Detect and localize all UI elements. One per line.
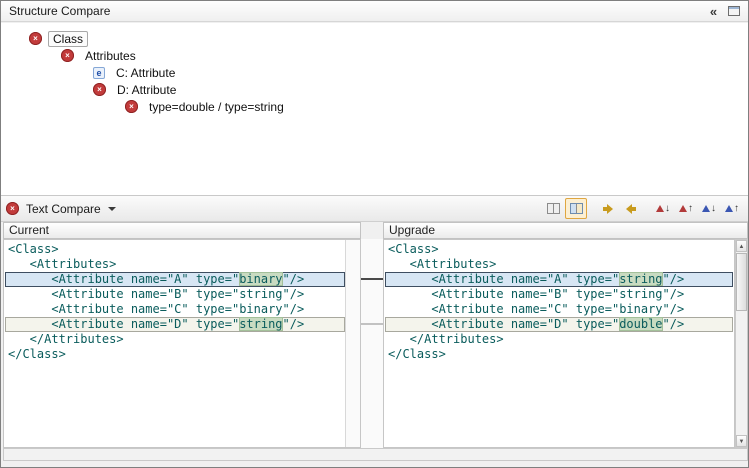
code-line[interactable]: <Attribute name="D" type="string"/> — [5, 317, 345, 332]
next-change-button[interactable]: ↓ — [698, 198, 720, 219]
diff-change-icon: × — [93, 83, 106, 96]
text-compare-title[interactable]: Text Compare — [26, 202, 101, 216]
diff-segment: string — [619, 272, 662, 286]
copy-left-icon — [626, 204, 636, 214]
compare-editor-window: Structure Compare « × Class × Attributes e C:… — [0, 0, 749, 468]
code-line[interactable]: </Class> — [385, 347, 733, 362]
tree-item-label: C: Attribute — [111, 65, 180, 81]
tree-item[interactable]: × Attributes — [1, 47, 748, 64]
nav-down-red-icon: ↓ — [656, 204, 670, 214]
left-code-area[interactable]: <Class> <Attributes> <Attribute name="A"… — [5, 241, 345, 446]
code-line[interactable]: <Class> — [5, 242, 345, 257]
code-line[interactable]: <Class> — [385, 242, 733, 257]
nav-up-red-icon: ↑ — [679, 204, 693, 214]
collapse-all-button[interactable]: « — [704, 3, 722, 19]
diff-connector-selected — [361, 278, 383, 280]
code-text: "/> — [283, 317, 305, 331]
code-line[interactable]: <Attribute name="B" type="string"/> — [385, 287, 733, 302]
code-line[interactable]: <Attribute name="C" type="binary"/> — [5, 302, 345, 317]
diff-connector — [361, 323, 383, 325]
text-compare-toolbar: × Text Compare ↓ ↑ ↓ ↑ — [1, 195, 748, 222]
right-code-area[interactable]: <Class> <Attributes> <Attribute name="A"… — [385, 241, 733, 446]
diff-change-icon: × — [125, 100, 138, 113]
code-line[interactable]: <Attribute name="C" type="binary"/> — [385, 302, 733, 317]
panes-gray-icon — [547, 203, 560, 214]
two-way-compare-button[interactable] — [565, 198, 587, 219]
code-text: </Attributes> — [388, 332, 504, 346]
diff-segment: binary — [239, 272, 282, 286]
previous-difference-button[interactable]: ↑ — [675, 198, 697, 219]
previous-change-button[interactable]: ↑ — [721, 198, 743, 219]
nav-up-blue-icon: ↑ — [725, 204, 739, 214]
diff-change-icon: × — [61, 49, 74, 62]
code-text: <Class> — [8, 242, 59, 256]
copy-all-right-to-left-button[interactable] — [620, 198, 642, 219]
code-text: </Class> — [388, 347, 446, 361]
code-text: <Class> — [388, 242, 439, 256]
tree-item-label: Attributes — [80, 48, 141, 64]
code-text: <Attribute name="A" type=" — [8, 272, 239, 286]
code-line[interactable]: </Attributes> — [385, 332, 733, 347]
tree-item[interactable]: × type=double / type=string — [1, 98, 748, 115]
code-line[interactable]: <Attribute name="B" type="string"/> — [5, 287, 345, 302]
code-line[interactable]: </Attributes> — [5, 332, 345, 347]
tree-item[interactable]: × Class — [1, 30, 748, 47]
code-line[interactable]: <Attribute name="A" type="string"/> — [385, 272, 733, 287]
diff-change-icon: × — [29, 32, 42, 45]
copy-all-left-to-right-button[interactable] — [597, 198, 619, 219]
chevron-down-icon[interactable] — [108, 207, 116, 211]
code-line[interactable]: </Class> — [5, 347, 345, 362]
diff-gutter — [361, 239, 383, 448]
code-text: <Attribute name="C" type="binary"/> — [388, 302, 684, 316]
text-compare-icon: × — [6, 202, 19, 215]
scroll-up-button[interactable]: ▲ — [736, 240, 747, 252]
code-text: <Attributes> — [388, 257, 496, 271]
code-text: "/> — [663, 272, 685, 286]
double-chevron-left-icon: « — [710, 5, 716, 18]
left-compare-pane[interactable]: <Class> <Attributes> <Attribute name="A"… — [3, 239, 361, 448]
copy-right-icon — [603, 204, 613, 214]
code-text: <Attribute name="B" type="string"/> — [8, 287, 304, 301]
scrollbar-thumb[interactable] — [736, 253, 747, 311]
code-line[interactable]: <Attribute name="D" type="double"/> — [385, 317, 733, 332]
diff-segment: string — [239, 317, 282, 331]
structure-compare-tree[interactable]: × Class × Attributes e C: Attribute × D: Attrib… — [1, 23, 748, 195]
nav-down-blue-icon: ↓ — [702, 204, 716, 214]
code-text: <Attribute name="D" type=" — [388, 317, 619, 331]
left-pane-header: Current — [3, 222, 361, 239]
code-text: </Class> — [8, 347, 66, 361]
code-text: <Attribute name="B" type="string"/> — [388, 287, 684, 301]
code-text: "/> — [283, 272, 305, 286]
code-text: </Attributes> — [8, 332, 124, 346]
scroll-down-button[interactable]: ▼ — [736, 435, 747, 447]
panes-color-icon — [570, 203, 583, 214]
vertical-scrollbar[interactable]: ▲ ▼ — [735, 239, 748, 448]
diff-segment: double — [619, 317, 662, 331]
right-compare-pane[interactable]: <Class> <Attributes> <Attribute name="A"… — [383, 239, 735, 448]
code-text: "/> — [663, 317, 685, 331]
horizontal-scrollbar[interactable] — [3, 448, 748, 461]
code-line[interactable]: <Attribute name="A" type="binary"/> — [5, 272, 345, 287]
structure-compare-header: Structure Compare « — [1, 1, 748, 22]
code-text: <Attribute name="A" type=" — [388, 272, 619, 286]
tree-item-label: Class — [48, 31, 88, 47]
left-scrollbar-track[interactable] — [345, 240, 360, 447]
view-menu-button[interactable] — [725, 3, 743, 19]
code-text: <Attributes> — [8, 257, 116, 271]
code-text: <Attribute name="D" type=" — [8, 317, 239, 331]
view-menu-icon — [728, 6, 740, 16]
tree-item-label: D: Attribute — [112, 82, 181, 98]
toolbar-button-group: ↓ ↑ ↓ ↑ — [542, 198, 743, 219]
element-icon: e — [93, 67, 105, 79]
tree-item[interactable]: e C: Attribute — [1, 64, 748, 81]
next-difference-button[interactable]: ↓ — [652, 198, 674, 219]
code-line[interactable]: <Attributes> — [385, 257, 733, 272]
structure-compare-title: Structure Compare — [9, 4, 110, 18]
tree-item[interactable]: × D: Attribute — [1, 81, 748, 98]
code-text: <Attribute name="C" type="binary"/> — [8, 302, 304, 316]
tree-item-label: type=double / type=string — [144, 99, 289, 115]
hide-show-ancestor-pane-button[interactable] — [542, 198, 564, 219]
right-pane-header: Upgrade — [383, 222, 748, 239]
code-line[interactable]: <Attributes> — [5, 257, 345, 272]
